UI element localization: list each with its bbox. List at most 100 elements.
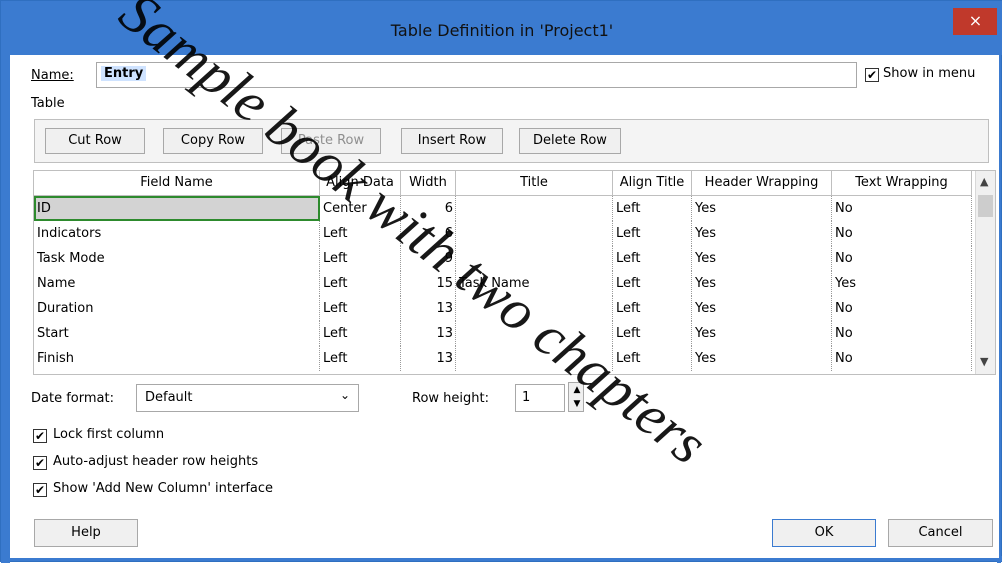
grid-vertical-scrollbar[interactable]: ▲ ▼ [975,171,995,374]
title-bar[interactable]: Table Definition in 'Project1' × [1,1,1002,55]
column-header-header-wrapping[interactable]: Header Wrapping [692,171,832,195]
cancel-button[interactable]: Cancel [888,519,993,547]
text-wrapping-cell[interactable]: No [832,221,972,246]
insert-row-button[interactable]: Insert Row [401,128,503,154]
table-definition-dialog: Table Definition in 'Project1' × Name: E… [0,0,1002,563]
header-wrapping-cell[interactable]: Yes [692,346,832,371]
title-cell[interactable] [456,246,613,271]
window-title: Table Definition in 'Project1' [390,21,614,40]
text-wrapping-cell[interactable]: No [832,246,972,271]
column-header-width[interactable]: Width [401,171,456,195]
width-cell[interactable]: 13 [401,296,456,321]
header-wrapping-cell[interactable]: Yes [692,246,832,271]
title-cell[interactable] [456,196,613,221]
cut-row-button[interactable]: Cut Row [45,128,145,154]
lock-first-column-checkbox[interactable]: ✔ [33,429,47,443]
auto-adjust-header-label: Auto-adjust header row heights [53,454,259,469]
field-name-cell[interactable]: Start [34,321,320,346]
align-data-cell[interactable]: Left [320,321,401,346]
name-input[interactable]: Entry [96,62,857,88]
dialog-body: Name: Entry ✔ Show in menu Table Cut Row… [10,55,999,558]
table-section-label: Table [31,96,65,111]
align-title-cell[interactable]: Left [613,271,692,296]
show-in-menu-checkbox[interactable]: ✔ [865,68,879,82]
table-row[interactable]: Name Left 15 Task Name Left Yes Yes [34,271,972,296]
table-row[interactable]: ID Center 6 Left Yes No [34,196,972,221]
align-data-cell[interactable]: Left [320,221,401,246]
show-in-menu-label: Show in menu [883,66,976,81]
align-title-cell[interactable]: Left [613,246,692,271]
text-wrapping-cell[interactable]: No [832,296,972,321]
width-cell[interactable]: 9 [401,246,456,271]
show-add-new-column-checkbox[interactable]: ✔ [33,483,47,497]
field-name-cell[interactable]: Finish [34,346,320,371]
table-row[interactable]: Duration Left 13 Left Yes No [34,296,972,321]
header-wrapping-cell[interactable]: Yes [692,296,832,321]
scroll-thumb[interactable] [978,195,993,217]
grid-header: Field Name Align Data Width Title Align … [34,171,972,196]
align-data-cell[interactable]: Left [320,296,401,321]
width-cell[interactable]: 6 [401,196,456,221]
column-header-field-name[interactable]: Field Name [34,171,320,195]
table-row[interactable]: Finish Left 13 Left Yes No [34,346,972,371]
decrement-icon[interactable]: ▼ [570,397,584,411]
header-wrapping-cell[interactable]: Yes [692,321,832,346]
close-button[interactable]: × [953,8,998,35]
align-title-cell[interactable]: Left [613,296,692,321]
increment-icon[interactable]: ▲ [570,383,584,397]
field-name-cell[interactable]: Task Mode [34,246,320,271]
align-title-cell[interactable]: Left [613,221,692,246]
table-row[interactable]: Start Left 13 Left Yes No [34,321,972,346]
field-name-cell[interactable]: Duration [34,296,320,321]
text-wrapping-cell[interactable]: No [832,346,972,371]
width-cell[interactable]: 13 [401,346,456,371]
title-cell[interactable]: Task Name [456,271,613,296]
width-cell[interactable]: 13 [401,321,456,346]
field-name-cell[interactable]: Indicators [34,221,320,246]
help-button[interactable]: Help [34,519,138,547]
copy-row-button[interactable]: Copy Row [163,128,263,154]
align-title-cell[interactable]: Left [613,321,692,346]
align-data-cell[interactable]: Center [320,196,401,221]
table-row[interactable]: Indicators Left 6 Left Yes No [34,221,972,246]
align-title-cell[interactable]: Left [613,346,692,371]
text-wrapping-cell[interactable]: No [832,321,972,346]
column-header-align-data[interactable]: Align Data [320,171,401,195]
title-cell[interactable] [456,321,613,346]
table-row[interactable]: Task Mode Left 9 Left Yes No [34,246,972,271]
row-height-input[interactable]: 1 [515,384,565,412]
date-format-select[interactable]: Default ⌄ [136,384,359,412]
column-header-align-title[interactable]: Align Title [613,171,692,195]
align-data-cell[interactable]: Left [320,246,401,271]
row-actions-toolbar: Cut Row Copy Row Paste Row Insert Row De… [34,119,989,163]
align-title-cell[interactable]: Left [613,196,692,221]
scroll-up-icon[interactable]: ▲ [980,175,988,188]
title-cell[interactable] [456,296,613,321]
title-cell[interactable] [456,346,613,371]
scroll-down-icon[interactable]: ▼ [980,355,988,368]
chevron-down-icon: ⌄ [339,388,350,402]
field-name-cell[interactable]: ID [34,196,320,221]
width-cell[interactable]: 6 [401,221,456,246]
paste-row-button[interactable]: Paste Row [281,128,381,154]
width-cell[interactable]: 15 [401,271,456,296]
delete-row-button[interactable]: Delete Row [519,128,621,154]
column-header-text-wrapping[interactable]: Text Wrapping [832,171,972,195]
row-height-value: 1 [522,390,531,405]
field-name-cell[interactable]: Name [34,271,320,296]
column-header-title[interactable]: Title [456,171,613,195]
align-data-cell[interactable]: Left [320,271,401,296]
ok-button[interactable]: OK [772,519,876,547]
date-format-value: Default [145,390,193,405]
close-icon: × [968,11,983,30]
auto-adjust-header-checkbox[interactable]: ✔ [33,456,47,470]
title-cell[interactable] [456,221,613,246]
field-definition-grid[interactable]: Field Name Align Data Width Title Align … [33,170,996,375]
align-data-cell[interactable]: Left [320,346,401,371]
header-wrapping-cell[interactable]: Yes [692,271,832,296]
row-height-stepper[interactable]: ▲ ▼ [568,382,584,412]
header-wrapping-cell[interactable]: Yes [692,196,832,221]
text-wrapping-cell[interactable]: No [832,196,972,221]
text-wrapping-cell[interactable]: Yes [832,271,972,296]
header-wrapping-cell[interactable]: Yes [692,221,832,246]
